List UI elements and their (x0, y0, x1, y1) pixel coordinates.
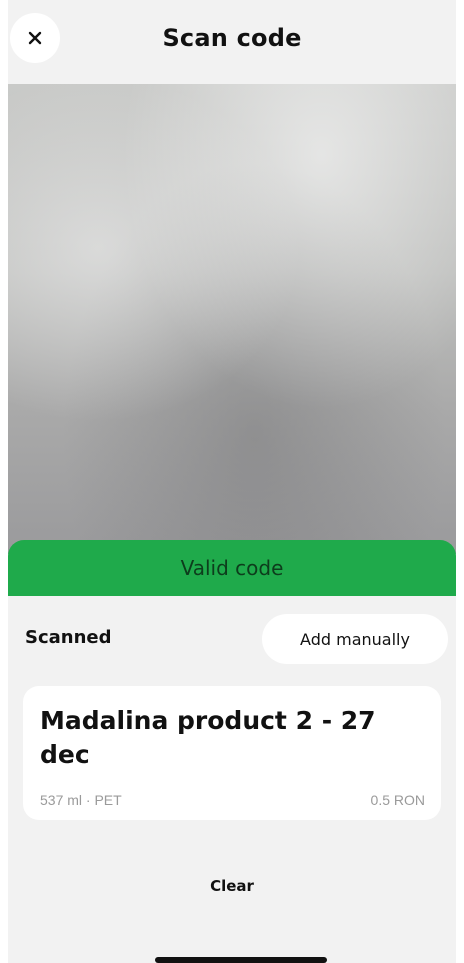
header: Scan code (8, 0, 456, 84)
page-title: Scan code (162, 24, 302, 52)
product-card[interactable]: Madalina product 2 - 27 dec 537 ml · PET… (23, 686, 441, 820)
product-name: Madalina product 2 - 27 dec (40, 706, 376, 769)
add-manually-button[interactable]: Add manually (262, 614, 448, 664)
status-text: Valid code (180, 556, 284, 580)
scan-code-screen: Scan code Valid code Scanned Add manuall… (0, 0, 464, 963)
product-meta: 537 ml · PET (40, 792, 122, 808)
clear-button[interactable]: Clear (8, 877, 456, 895)
product-price: 0.5 RON (370, 792, 425, 808)
home-indicator (155, 957, 327, 963)
camera-viewfinder (8, 84, 456, 554)
scanned-label: Scanned (25, 627, 112, 648)
status-banner: Valid code (8, 540, 456, 596)
